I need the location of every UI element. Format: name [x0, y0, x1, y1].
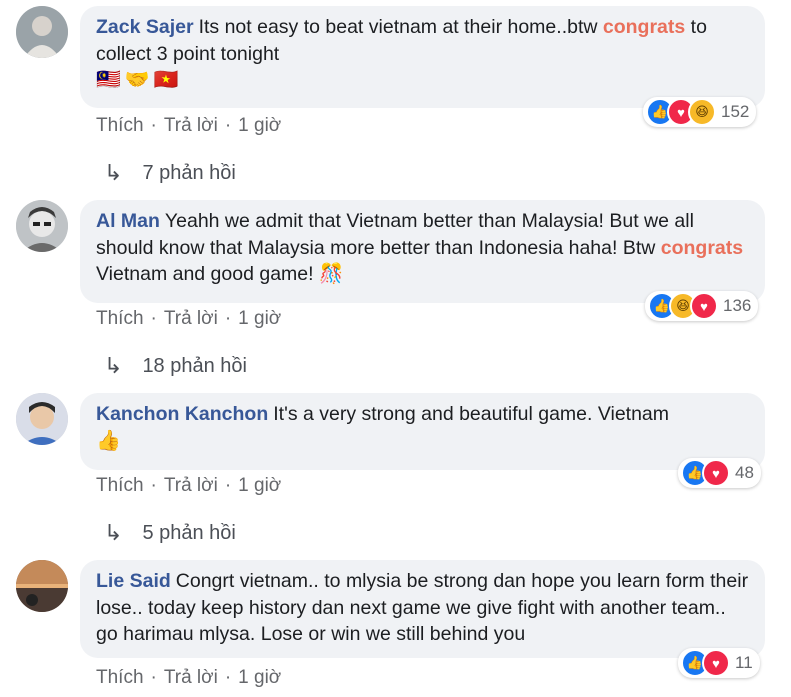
comment-bubble: Lie Said Congrt vietnam.. to mlysia be st… [80, 560, 765, 658]
avatar[interactable] [16, 393, 68, 445]
comment-highlight: congrats [660, 236, 744, 259]
avatar[interactable] [16, 6, 68, 58]
view-replies-link[interactable]: ↳ 5 phản hồi [104, 520, 236, 546]
replies-count: 5 phản hồi [142, 521, 236, 544]
timestamp[interactable]: 1 giờ [238, 308, 281, 329]
reply-arrow-icon: ↳ [104, 160, 123, 185]
reply-arrow-icon: ↳ [104, 520, 123, 545]
like-link[interactable]: Thích [96, 667, 144, 688]
replies-count: 18 phản hồi [142, 354, 247, 377]
comment-bubble: Zack Sajer Its not easy to beat vietnam a… [80, 6, 765, 108]
timestamp[interactable]: 1 giờ [238, 115, 281, 136]
reaction-count: 48 [735, 463, 754, 482]
reaction-count: 136 [723, 296, 752, 315]
thumbs-up-icon: 👍 [96, 429, 121, 452]
comment-bubble: Al Man Yeahh we admit that Vietnam better… [80, 200, 765, 303]
comment-actions: Thích · Trả lời · 1 giờ [96, 308, 282, 329]
reply-link[interactable]: Trả lời [164, 308, 218, 329]
haha-reaction-icon: 😆 [688, 98, 716, 126]
reply-link[interactable]: Trả lời [164, 667, 218, 688]
comment-author[interactable]: Lie Said [96, 570, 171, 592]
comment-text: Yeahh we admit that Vietnam better than … [96, 210, 694, 259]
reaction-summary[interactable]: 👍 😆 ♥ 136 [645, 291, 759, 321]
replies-count: 7 phản hồi [142, 161, 236, 184]
comment-text: Its not easy to beat vietnam at their ho… [198, 16, 603, 38]
comment-highlight: congrats [602, 16, 686, 38]
comment-actions: Thích · Trả lời · 1 giờ [96, 475, 282, 496]
vietnam-flag-icon: 🇻🇳 [153, 69, 179, 91]
comment-text-after: Vietnam and good game! 🎊 [96, 263, 344, 285]
comment-text: It's a very strong and beautiful game. V… [273, 403, 670, 425]
comment-text: Congrt vietnam.. to mlysia be strong dan… [96, 570, 749, 645]
view-replies-link[interactable]: ↳ 7 phản hồi [104, 160, 236, 186]
timestamp[interactable]: 1 giờ [238, 475, 281, 496]
malaysia-flag-icon: 🇲🇾 [96, 69, 121, 91]
reaction-count: 11 [735, 653, 753, 672]
view-replies-link[interactable]: ↳ 18 phản hồi [104, 353, 247, 379]
handshake-icon: 🤝 [124, 69, 150, 91]
reply-link[interactable]: Trả lời [164, 115, 218, 136]
love-reaction-icon: ♥ [690, 292, 718, 320]
reaction-summary[interactable]: 👍 ♥ 11 [678, 648, 760, 678]
reply-arrow-icon: ↳ [104, 353, 123, 378]
reaction-summary[interactable]: 👍 ♥ 😆 152 [643, 97, 757, 127]
avatar[interactable] [16, 560, 68, 612]
reaction-count: 152 [721, 102, 750, 121]
reaction-summary[interactable]: 👍 ♥ 48 [678, 458, 761, 488]
reply-link[interactable]: Trả lời [164, 475, 218, 496]
love-reaction-icon: ♥ [702, 459, 730, 487]
comment-actions: Thích · Trả lời · 1 giờ [96, 115, 282, 136]
comment-author[interactable]: Kanchon Kanchon [96, 403, 268, 425]
like-link[interactable]: Thích [96, 475, 144, 496]
like-link[interactable]: Thích [96, 308, 144, 329]
love-reaction-icon: ♥ [702, 649, 730, 677]
comment-author[interactable]: Al Man [96, 210, 160, 232]
comment-bubble: Kanchon Kanchon It's a very strong and be… [80, 393, 765, 470]
comment-author[interactable]: Zack Sajer [96, 16, 194, 38]
like-link[interactable]: Thích [96, 115, 144, 136]
avatar[interactable] [16, 200, 68, 252]
comment-actions: Thích · Trả lời · 1 giờ [96, 667, 282, 688]
timestamp[interactable]: 1 giờ [238, 667, 281, 688]
